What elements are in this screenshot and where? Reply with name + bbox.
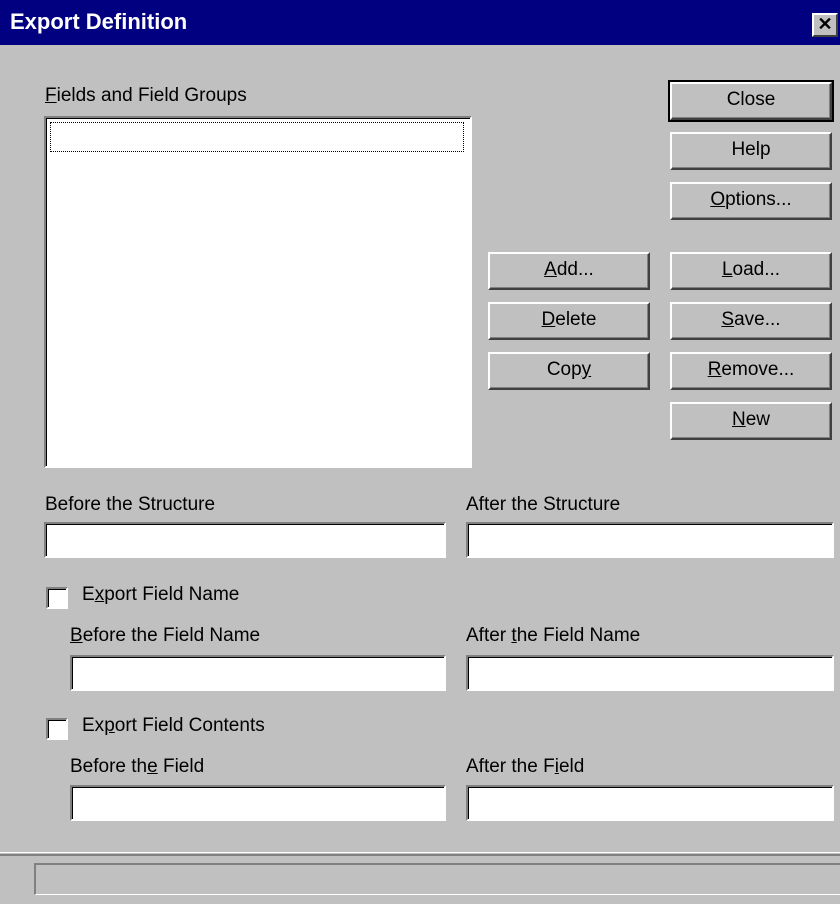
save-button-label: ave... bbox=[734, 309, 781, 330]
accel-char: N bbox=[731, 409, 746, 430]
after-field-name-field[interactable] bbox=[466, 655, 834, 691]
before-field-label: Before the Field bbox=[70, 756, 204, 778]
after-field-name-label: After the Field Name bbox=[466, 625, 640, 647]
new-button[interactable]: New bbox=[670, 402, 832, 440]
load-button-label: oad... bbox=[732, 259, 781, 280]
status-separator bbox=[0, 852, 840, 853]
remove-button-label: emove... bbox=[721, 359, 795, 380]
accel-char: S bbox=[721, 309, 735, 330]
load-button[interactable]: Load... bbox=[670, 252, 832, 290]
export-field-contents-checkbox[interactable] bbox=[46, 718, 68, 740]
add-button[interactable]: Add... bbox=[488, 252, 650, 290]
accel-char: y bbox=[581, 359, 592, 380]
export-field-contents-label[interactable]: Export Field Contents bbox=[82, 715, 265, 737]
label-text: Field bbox=[157, 756, 205, 777]
accel-char: A bbox=[544, 259, 557, 280]
save-button[interactable]: Save... bbox=[670, 302, 832, 340]
status-panel bbox=[34, 863, 840, 895]
after-field-field[interactable] bbox=[466, 785, 834, 821]
copy-button-label: Cop bbox=[546, 359, 582, 380]
after-structure-label: After the Structure bbox=[466, 494, 621, 515]
label-text: After bbox=[466, 625, 512, 646]
window-title: Export Definition bbox=[10, 9, 188, 34]
before-field-name-field[interactable] bbox=[70, 655, 446, 691]
accel-char: x bbox=[94, 584, 105, 605]
close-button-label: Close bbox=[726, 89, 776, 110]
accel-char: L bbox=[721, 259, 733, 280]
copy-button[interactable]: Copy bbox=[488, 352, 650, 390]
label-text: Before th bbox=[70, 756, 148, 777]
help-button-label: Help bbox=[731, 139, 771, 160]
label-text: E bbox=[82, 584, 95, 605]
title-bar: Export Definition ✕ bbox=[0, 0, 840, 45]
delete-button-label: elete bbox=[555, 309, 597, 330]
close-button[interactable]: Close bbox=[668, 80, 834, 122]
label-text: he Field Name bbox=[516, 625, 641, 646]
accel-char: B bbox=[70, 625, 83, 646]
label-text: port Field Name bbox=[104, 584, 240, 605]
export-field-name-label[interactable]: Export Field Name bbox=[82, 584, 239, 606]
before-structure-label: Before the Structure bbox=[45, 494, 216, 515]
before-structure-field[interactable] bbox=[44, 522, 446, 558]
accel-char: e bbox=[147, 756, 158, 777]
label-text: After the F bbox=[466, 756, 555, 777]
accel-char: F bbox=[45, 85, 57, 106]
close-window-icon[interactable]: ✕ bbox=[812, 13, 838, 37]
label-text: Ex bbox=[82, 715, 105, 736]
options-button-label: ptions... bbox=[725, 189, 792, 210]
before-field-name-label: Before the Field Name bbox=[70, 625, 260, 647]
before-field-field[interactable] bbox=[70, 785, 446, 821]
accel-char: O bbox=[710, 189, 726, 210]
delete-button[interactable]: Delete bbox=[488, 302, 650, 340]
help-button[interactable]: Help bbox=[670, 132, 832, 170]
options-button[interactable]: Options... bbox=[670, 182, 832, 220]
accel-char: p bbox=[104, 715, 115, 736]
add-button-label: dd... bbox=[556, 259, 594, 280]
label-text: ort Field Contents bbox=[114, 715, 265, 736]
fields-list-label: Fields and Field Groups bbox=[45, 85, 247, 107]
fields-listbox[interactable] bbox=[44, 116, 472, 468]
after-structure-field[interactable] bbox=[466, 522, 834, 558]
accel-char: R bbox=[707, 359, 722, 380]
export-field-name-checkbox[interactable] bbox=[46, 587, 68, 609]
label-text: eld bbox=[558, 756, 585, 777]
accel-char: D bbox=[541, 309, 556, 330]
new-button-label: ew bbox=[745, 409, 771, 430]
label-text: ields and Field Groups bbox=[56, 85, 247, 106]
label-text: efore the Field Name bbox=[82, 625, 261, 646]
list-focus-item[interactable] bbox=[50, 122, 464, 152]
remove-button[interactable]: Remove... bbox=[670, 352, 832, 390]
after-field-label: After the Field bbox=[466, 756, 584, 778]
